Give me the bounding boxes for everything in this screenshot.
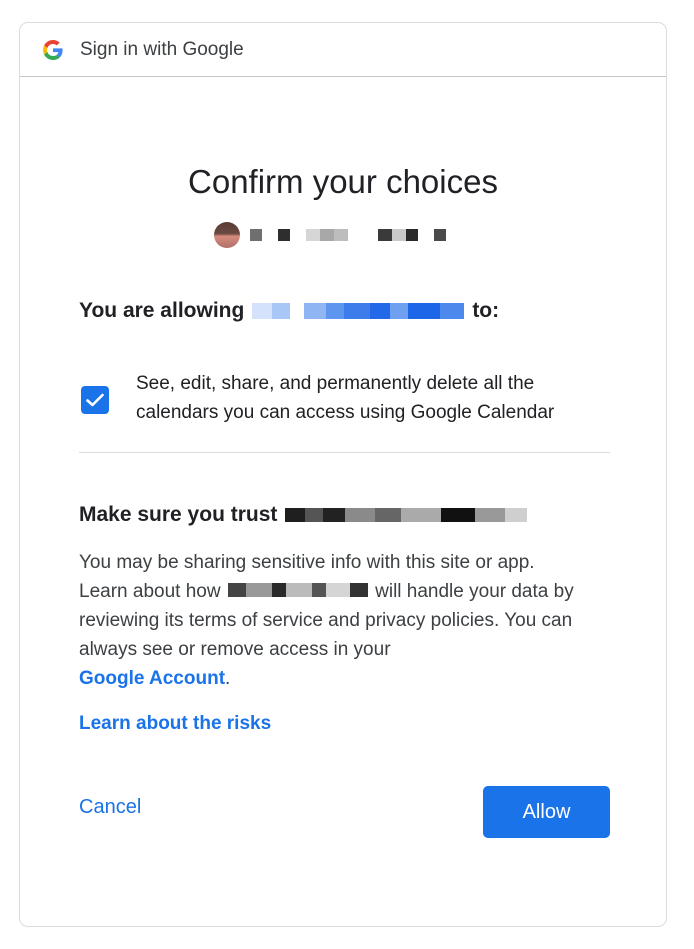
trust-heading: Make sure you trust bbox=[79, 503, 535, 527]
allowing-heading: You are allowing to: bbox=[79, 299, 499, 323]
account-avatar-icon bbox=[214, 222, 240, 248]
account-chip bbox=[214, 220, 446, 250]
trust-body: You may be sharing sensitive info with t… bbox=[79, 548, 619, 693]
dialog-header: Sign in with Google bbox=[20, 23, 666, 77]
allow-button[interactable]: Allow bbox=[483, 786, 610, 838]
google-account-link[interactable]: Google Account bbox=[79, 668, 225, 689]
cancel-button[interactable]: Cancel bbox=[69, 788, 151, 827]
divider bbox=[79, 452, 610, 453]
dialog-header-title: Sign in with Google bbox=[80, 38, 244, 60]
trust-prefix: Make sure you trust bbox=[79, 503, 278, 526]
body-learn-prefix: Learn about how bbox=[79, 581, 221, 602]
learn-risks-link[interactable]: Learn about the risks bbox=[79, 713, 271, 735]
allowing-suffix: to: bbox=[472, 299, 500, 322]
permission-item: See, edit, share, and permanently delete… bbox=[79, 369, 609, 427]
body-period: . bbox=[225, 668, 231, 689]
redacted-site-name bbox=[252, 302, 465, 320]
allowing-prefix: You are allowing bbox=[79, 299, 245, 322]
consent-dialog: Sign in with Google Confirm your choices… bbox=[19, 22, 667, 927]
permission-text: See, edit, share, and permanently delete… bbox=[136, 373, 555, 423]
checkmark-icon bbox=[86, 393, 104, 407]
redacted-body-site bbox=[227, 583, 368, 597]
permission-checkbox[interactable] bbox=[81, 386, 109, 414]
redacted-account-email bbox=[250, 229, 446, 241]
body-line-1: You may be sharing sensitive info with t… bbox=[79, 552, 535, 573]
google-g-icon bbox=[43, 39, 63, 60]
page-title: Confirm your choices bbox=[188, 163, 498, 200]
redacted-trust-site bbox=[285, 506, 528, 524]
